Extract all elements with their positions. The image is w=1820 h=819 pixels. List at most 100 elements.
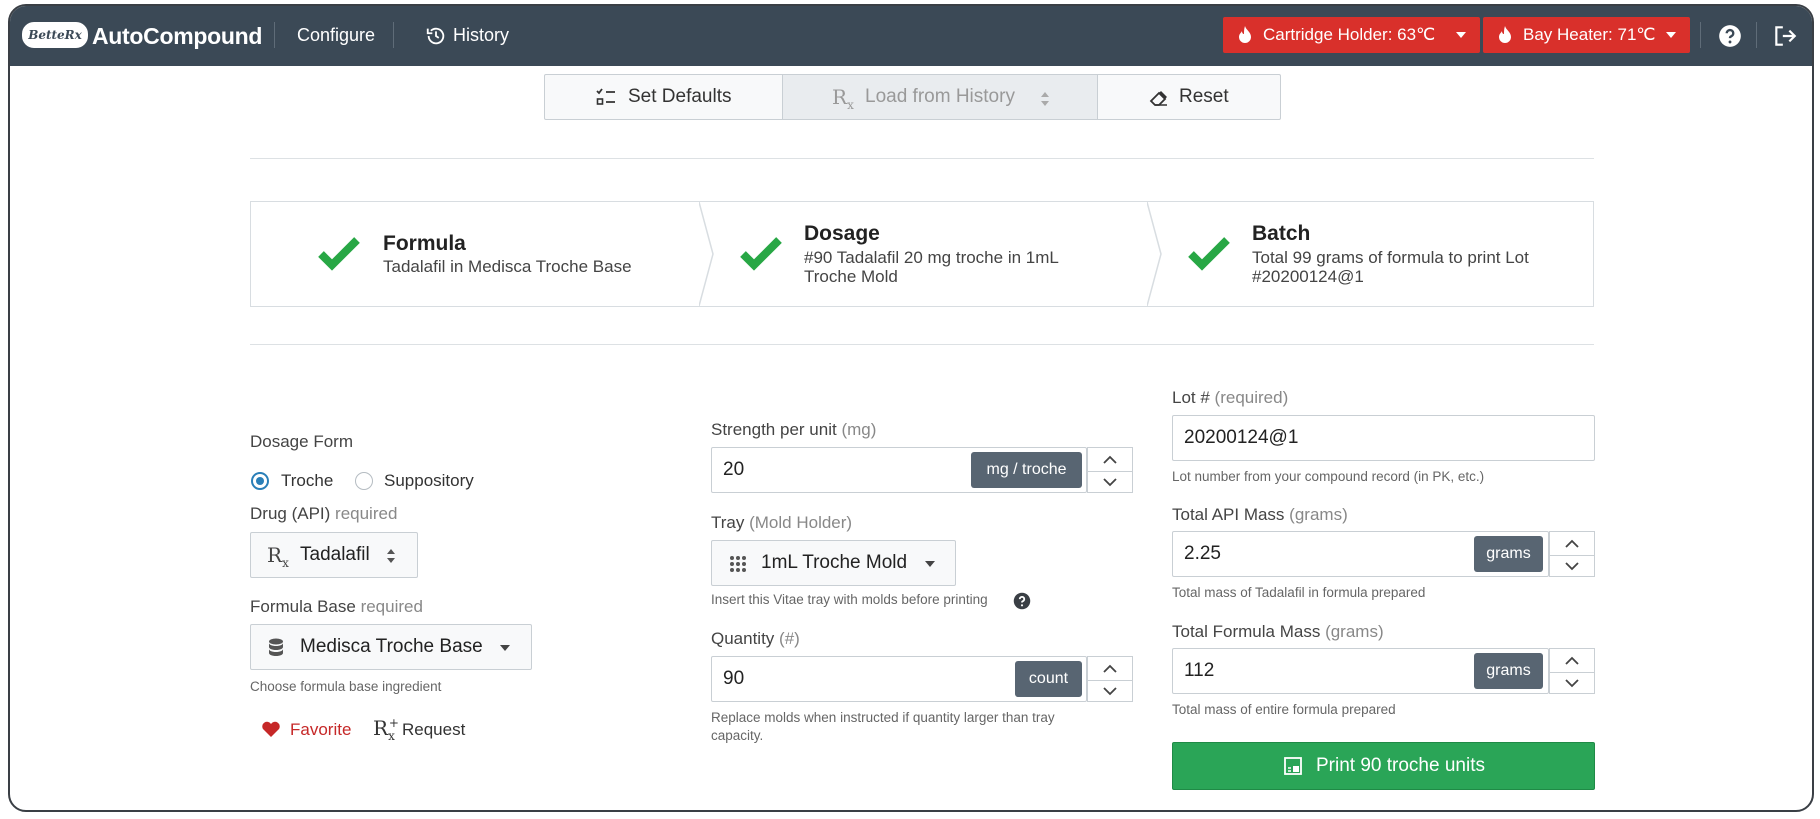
- formula-mass-label: Total Formula Mass (grams): [1172, 622, 1384, 642]
- step-batch[interactable]: Batch Total 99 grams of formula to print…: [1147, 202, 1593, 306]
- set-defaults-label: Set Defaults: [628, 86, 732, 107]
- chevron-up-icon: [1103, 664, 1117, 673]
- step-description: Tadalafil in Medisca Troche Base: [383, 257, 632, 276]
- step-formula[interactable]: Formula Tadalafil in Medisca Troche Base: [251, 202, 699, 306]
- strength-label-text: Strength per unit: [711, 420, 837, 439]
- decrement-button[interactable]: [1550, 555, 1594, 578]
- increment-button[interactable]: [1550, 532, 1594, 554]
- step-description: Total 99 grams of formula to print Lot #…: [1252, 248, 1529, 286]
- step-description-line: Troche Mold: [804, 267, 898, 286]
- drug-api-label: Drug (API) required: [250, 504, 397, 524]
- step-description: #90 Tadalafil 20 mg troche in 1mL Troche…: [804, 248, 1059, 286]
- required-hint: required: [335, 504, 398, 523]
- grid-dots-icon: [730, 556, 746, 572]
- cartridge-holder-button[interactable]: Cartridge Holder: 63℃: [1223, 17, 1480, 53]
- quantity-help-line: capacity.: [711, 728, 764, 743]
- bay-heater-button[interactable]: Bay Heater: 71℃: [1483, 17, 1690, 53]
- lot-label: Lot # (required): [1172, 388, 1288, 408]
- increment-button[interactable]: [1088, 448, 1132, 470]
- reset-button[interactable]: Reset: [1097, 74, 1281, 120]
- formula-mass-label-text: Total Formula Mass: [1172, 622, 1321, 641]
- chevron-down-icon: [1103, 478, 1117, 487]
- troche-radio-label[interactable]: Troche: [281, 471, 333, 491]
- request-link[interactable]: Request: [402, 720, 465, 740]
- lot-label-text: Lot #: [1172, 388, 1210, 407]
- quantity-unit-addon: count: [1015, 661, 1082, 697]
- nav-history-link[interactable]: History: [453, 25, 509, 46]
- flame-icon: [1499, 26, 1511, 43]
- nav-divider: [393, 22, 394, 48]
- quantity-stepper[interactable]: [1087, 656, 1133, 702]
- bay-heater-label: Bay Heater: 71℃: [1523, 25, 1656, 44]
- unit-hint: (grams): [1325, 622, 1384, 641]
- drug-select[interactable]: Rx Tadalafil: [250, 532, 418, 578]
- lot-number-input[interactable]: 20200124@1: [1172, 415, 1595, 461]
- api-mass-help: Total mass of Tadalafil in formula prepa…: [1172, 585, 1426, 600]
- suppository-radio[interactable]: [355, 472, 373, 490]
- strength-unit-addon: mg / troche: [971, 452, 1082, 488]
- step-dosage[interactable]: Dosage #90 Tadalafil 20 mg troche in 1mL…: [699, 202, 1147, 306]
- checklist-icon: [596, 88, 615, 105]
- heart-icon[interactable]: [261, 720, 281, 738]
- history-icon[interactable]: [425, 25, 447, 47]
- decrement-button[interactable]: [1550, 672, 1594, 695]
- chevron-down-icon: [1666, 32, 1676, 38]
- chevron-down-icon: [1565, 679, 1579, 688]
- drug-api-label-text: Drug (API): [250, 504, 331, 523]
- top-navbar: BetteRx AutoCompound Configure History C…: [10, 6, 1812, 66]
- formula-base-label-text: Formula Base: [250, 597, 356, 616]
- decrement-button[interactable]: [1088, 680, 1132, 703]
- quantity-hint: (#): [779, 629, 800, 648]
- app-window: BetteRx AutoCompound Configure History C…: [8, 4, 1814, 812]
- load-from-history-dropdown[interactable]: Rx Load from History: [783, 74, 1097, 120]
- nav-configure-link[interactable]: Configure: [297, 25, 375, 46]
- step-title: Formula: [383, 232, 466, 255]
- tray-select[interactable]: 1mL Troche Mold: [711, 540, 956, 586]
- load-from-history-label: Load from History: [865, 86, 1015, 107]
- divider: [250, 158, 1594, 159]
- formula-mass-stepper[interactable]: [1549, 648, 1595, 694]
- chevron-down-icon: [1103, 687, 1117, 696]
- suppository-radio-label[interactable]: Suppository: [384, 471, 474, 491]
- database-icon: [269, 638, 283, 656]
- increment-button[interactable]: [1088, 657, 1132, 679]
- decrement-button[interactable]: [1088, 471, 1132, 494]
- chevron-up-icon: [1565, 539, 1579, 548]
- print-button-label: Print 90 troche units: [1316, 755, 1485, 776]
- set-defaults-button[interactable]: Set Defaults: [544, 74, 783, 120]
- logout-icon[interactable]: [1772, 23, 1798, 49]
- increment-button[interactable]: [1550, 649, 1594, 671]
- formula-mass-help: Total mass of entire formula prepared: [1172, 702, 1396, 717]
- tray-help: Insert this Vitae tray with molds before…: [711, 592, 988, 607]
- formula-base-select[interactable]: Medisca Troche Base: [250, 624, 532, 670]
- help-icon[interactable]: [1717, 23, 1743, 49]
- print-button[interactable]: Print 90 troche units: [1172, 742, 1595, 790]
- help-icon[interactable]: [1013, 592, 1031, 610]
- brand-logo[interactable]: BetteRx: [22, 22, 88, 48]
- step-title: Batch: [1252, 222, 1311, 245]
- quantity-label: Quantity (#): [711, 629, 800, 649]
- drug-select-value: Tadalafil: [300, 544, 370, 565]
- rx-plus-icon[interactable]: Rx+: [373, 716, 405, 743]
- nav-divider: [1700, 22, 1701, 48]
- quantity-label-text: Quantity: [711, 629, 775, 648]
- favorite-link[interactable]: Favorite: [290, 720, 351, 740]
- strength-stepper[interactable]: [1087, 447, 1133, 493]
- checkmark-icon: [318, 237, 360, 271]
- lot-help: Lot number from your compound record (in…: [1172, 469, 1485, 484]
- api-mass-stepper[interactable]: [1549, 531, 1595, 577]
- api-mass-label-text: Total API Mass: [1172, 505, 1285, 524]
- chevron-up-icon: [1103, 455, 1117, 464]
- sort-icon: [387, 549, 395, 563]
- unit-hint: (grams): [1289, 505, 1348, 524]
- tray-hint: (Mold Holder): [749, 513, 853, 532]
- troche-radio[interactable]: [251, 472, 269, 490]
- flame-icon: [1239, 26, 1251, 43]
- tray-label: Tray (Mold Holder): [711, 513, 852, 533]
- chevron-up-icon: [1565, 656, 1579, 665]
- step-description-line: #90 Tadalafil 20 mg troche in 1mL: [804, 248, 1059, 267]
- formula-base-label: Formula Base required: [250, 597, 423, 617]
- quantity-help: Replace molds when instructed if quantit…: [711, 709, 1055, 745]
- step-description-line: Total 99 grams of formula to print Lot: [1252, 248, 1529, 267]
- step-title: Dosage: [804, 222, 880, 245]
